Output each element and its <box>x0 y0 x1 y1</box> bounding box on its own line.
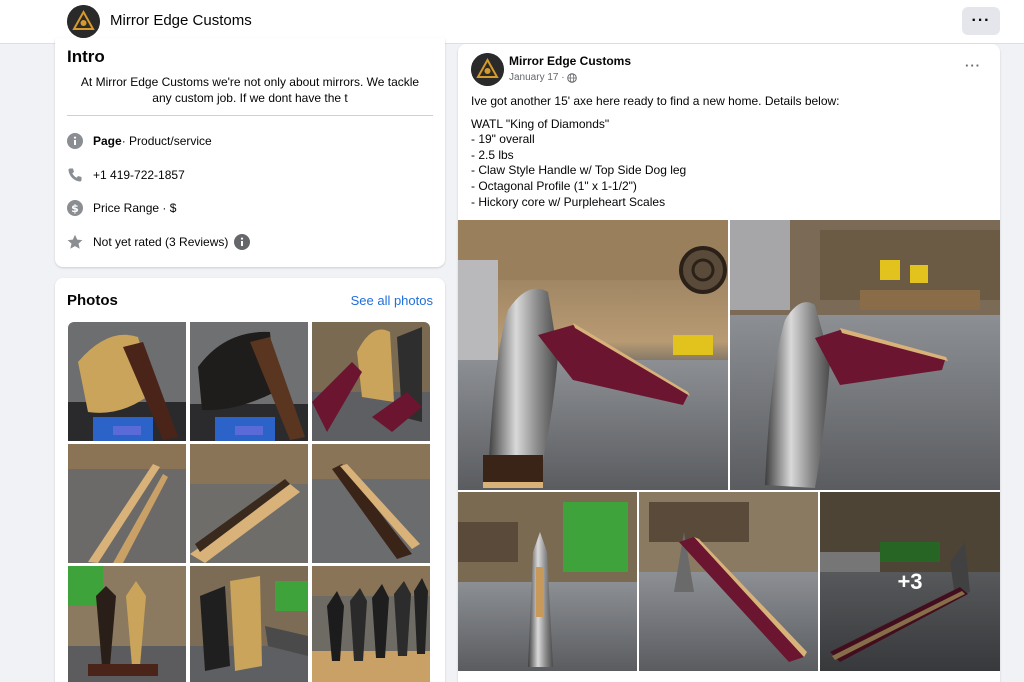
post-meta: January 17 · <box>509 72 577 83</box>
globe-icon <box>566 72 577 83</box>
post-text-line: - 19" overall <box>471 132 535 147</box>
rating-info-icon[interactable] <box>234 234 251 250</box>
info-icon <box>67 133 83 149</box>
logo-icon <box>471 53 504 86</box>
photo-thumbnail[interactable] <box>68 566 186 682</box>
intro-title: Intro <box>67 47 105 66</box>
divider <box>67 115 433 116</box>
photo-thumbnail[interactable] <box>190 444 308 563</box>
post-text-line: Ive got another 15' axe here ready to fi… <box>471 94 840 108</box>
dollar-icon: $ <box>67 200 83 216</box>
photo-thumbnail[interactable] <box>68 444 186 563</box>
post-author-name[interactable]: Mirror Edge Customs <box>509 54 631 68</box>
post-author-avatar[interactable] <box>471 53 504 86</box>
phone-number[interactable]: +1 419-722-1857 <box>93 168 185 182</box>
post-text-line: - 2.5 lbs <box>471 147 514 162</box>
post-text-line: WATL "King of Diamonds" <box>471 116 610 131</box>
photo-thumbnail[interactable] <box>190 322 308 441</box>
star-icon <box>67 234 83 250</box>
page-avatar[interactable] <box>67 5 100 38</box>
post-photo[interactable] <box>458 492 637 671</box>
post-photo[interactable] <box>458 220 728 490</box>
svg-text:$: $ <box>71 202 79 215</box>
photo-thumbnail[interactable] <box>312 566 430 682</box>
post-photo[interactable] <box>730 220 1000 490</box>
post-card: Mirror Edge Customs January 17 · ··· Ive… <box>458 44 1000 682</box>
intro-card: Intro At Mirror Edge Customs we're not o… <box>55 38 445 267</box>
post-media-grid: +3 <box>458 220 1000 671</box>
more-options-button[interactable]: ··· <box>962 7 1000 35</box>
post-text-line <box>471 110 991 117</box>
phone-row[interactable]: +1 419-722-1857 <box>67 165 185 185</box>
category-row: Page · Product/service <box>67 131 212 151</box>
photo-thumbnail[interactable] <box>190 566 308 682</box>
photo-grid <box>68 322 432 682</box>
rating-row: Not yet rated (3 Reviews) <box>67 232 251 252</box>
post-text-line: - Hickory core w/ Purpleheart Scales <box>471 194 666 209</box>
post-text-line: - Claw Style Handle w/ Top Side Dog leg <box>471 163 687 178</box>
post-date[interactable]: January 17 · <box>509 72 565 83</box>
post-photo-more[interactable]: +3 <box>820 492 1000 671</box>
photos-title: Photos <box>67 292 118 309</box>
post-text-line: - Octagonal Profile (1" x 1-1/2") <box>471 178 637 193</box>
post-photo[interactable] <box>639 492 818 671</box>
category-value: · Product/service <box>121 134 212 148</box>
photo-thumbnail[interactable] <box>312 444 430 563</box>
see-all-photos-link[interactable]: See all photos <box>351 293 433 308</box>
category-label: Page <box>93 134 122 148</box>
price-row: $ Price Range · $ <box>67 198 176 218</box>
photos-card: Photos See all photos <box>55 278 445 682</box>
post-body: Ive got another 15' axe here ready to fi… <box>471 94 991 210</box>
photo-thumbnail[interactable] <box>312 322 430 441</box>
phone-icon <box>67 167 83 183</box>
post-options-button[interactable]: ··· <box>965 58 981 73</box>
photo-thumbnail[interactable] <box>68 322 186 441</box>
price-range: Price Range · $ <box>93 201 177 215</box>
intro-bio: At Mirror Edge Customs we're not only ab… <box>80 75 420 105</box>
logo-icon <box>67 5 100 38</box>
more-photos-count[interactable]: +3 <box>820 492 1000 671</box>
rating-text: Not yet rated (3 Reviews) <box>93 235 229 249</box>
page-title[interactable]: Mirror Edge Customs <box>110 12 252 29</box>
